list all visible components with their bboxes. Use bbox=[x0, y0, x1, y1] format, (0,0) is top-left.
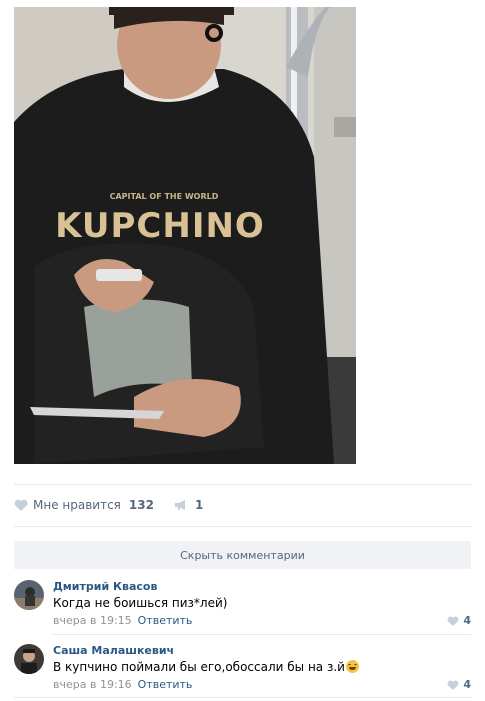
comment-author[interactable]: Дмитрий Квасов bbox=[53, 580, 157, 593]
shirt-top-line: CAPITAL OF THE WORLD bbox=[110, 192, 219, 201]
divider bbox=[14, 484, 471, 485]
divider bbox=[14, 526, 471, 527]
post-photo[interactable]: CAPITAL OF THE WORLD KUPCHINO bbox=[14, 7, 356, 464]
avatar[interactable] bbox=[14, 644, 44, 674]
comment-text: В купчино поймали бы его,обоссали бы на … bbox=[53, 660, 345, 674]
reply-button[interactable]: Ответить bbox=[138, 678, 193, 691]
post-actions: Мне нравится 132 1 bbox=[14, 495, 203, 515]
heart-icon bbox=[447, 616, 459, 626]
avatar[interactable] bbox=[14, 580, 44, 610]
comment-like-count: 4 bbox=[463, 678, 471, 691]
comment-like-count: 4 bbox=[463, 614, 471, 627]
comment-like-button[interactable]: 4 bbox=[447, 614, 471, 627]
hide-comments-button[interactable]: Скрыть комментарии bbox=[14, 541, 471, 569]
divider bbox=[53, 634, 471, 635]
heart-icon bbox=[447, 680, 459, 690]
comment-time[interactable]: вчера в 19:16 bbox=[53, 678, 132, 691]
like-count[interactable]: 132 bbox=[129, 498, 154, 512]
share-button[interactable]: 1 bbox=[174, 498, 203, 512]
divider bbox=[14, 697, 471, 698]
like-label[interactable]: Мне нравится bbox=[33, 498, 121, 512]
comment: Дмитрий Квасов Когда не боишься пиз*лей)… bbox=[14, 580, 471, 630]
megaphone-icon bbox=[174, 499, 188, 511]
laughing-emoji-icon bbox=[345, 660, 359, 673]
reply-button[interactable]: Ответить bbox=[138, 614, 193, 627]
comment-meta: вчера в 19:15 Ответить bbox=[53, 614, 192, 627]
share-count: 1 bbox=[194, 498, 204, 512]
comment-author[interactable]: Саша Малашкевич bbox=[53, 644, 174, 657]
comment: Саша Малашкевич В купчино поймали бы его… bbox=[14, 644, 471, 694]
comment-like-button[interactable]: 4 bbox=[447, 678, 471, 691]
comment-time[interactable]: вчера в 19:15 bbox=[53, 614, 132, 627]
shirt-main-text: KUPCHINO bbox=[55, 206, 265, 246]
heart-icon[interactable] bbox=[14, 499, 28, 511]
comment-text: Когда не боишься пиз*лей) bbox=[53, 596, 228, 610]
comment-text-wrapper: В купчино поймали бы его,обоссали бы на … bbox=[53, 660, 359, 674]
comment-meta: вчера в 19:16 Ответить bbox=[53, 678, 192, 691]
